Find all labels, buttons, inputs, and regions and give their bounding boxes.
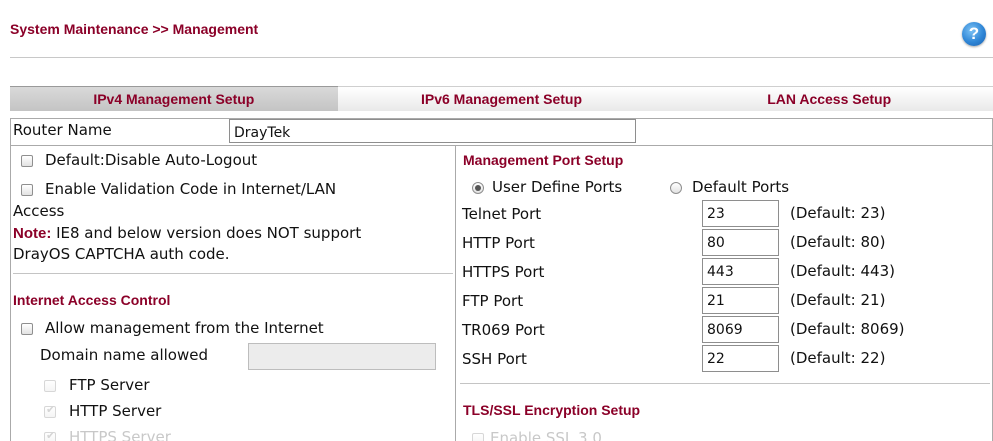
http-server-checkbox[interactable] [44,403,56,418]
http-port-default: (Default: 80) [790,233,886,251]
http-port-label: HTTP Port [462,234,535,252]
ssh-port-default: (Default: 22) [790,349,886,367]
validation-code-label-cont: Access [13,202,65,220]
https-port-default: (Default: 443) [790,262,895,280]
disable-autologout-label: Default:Disable Auto-Logout [45,151,258,169]
default-ports-label: Default Ports [692,178,790,196]
telnet-port-input[interactable]: 23 [702,200,779,227]
note-text: Note: IE8 and below version does NOT sup… [13,224,361,242]
tr069-port-default: (Default: 8069) [790,320,905,338]
tr069-port-label: TR069 Port [462,321,545,339]
internet-access-heading: Internet Access Control [13,292,171,308]
ftp-port-label: FTP Port [462,292,524,310]
tls-heading: TLS/SSL Encryption Setup [463,402,641,418]
user-define-ports-radio[interactable] [472,182,484,194]
ftp-server-label: FTP Server [69,376,150,394]
https-server-label: HTTPS Server [69,428,171,441]
row-divider [10,145,993,146]
title-divider [10,57,993,58]
validation-code-label: Enable Validation Code in Internet/LAN [45,180,337,198]
telnet-port-label: Telnet Port [462,205,542,223]
domain-allowed-input[interactable] [248,343,436,370]
right-section-divider [460,383,990,384]
tab-bar: IPv4 Management Setup IPv6 Management Se… [10,86,993,111]
question-mark-icon[interactable]: ? [962,22,986,46]
https-server-checkbox[interactable] [44,429,56,441]
ftp-port-default: (Default: 21) [790,291,886,309]
tr069-port-input[interactable]: 8069 [702,316,779,343]
allow-internet-label: Allow management from the Internet [45,319,324,337]
validation-code-checkbox[interactable] [21,184,33,196]
http-port-input[interactable]: 80 [702,229,779,256]
ftp-port-input[interactable]: 21 [702,287,779,314]
https-port-input[interactable]: 443 [702,258,779,285]
note-line-2: DrayOS CAPTCHA auth code. [13,245,230,263]
router-name-input[interactable]: DrayTek [229,119,636,143]
ssh-port-input[interactable]: 22 [702,345,779,372]
tab-ipv4-management[interactable]: IPv4 Management Setup [10,86,338,111]
allow-internet-checkbox[interactable] [21,323,33,335]
domain-allowed-label: Domain name allowed [40,346,209,364]
tab-lan-access[interactable]: LAN Access Setup [665,86,993,111]
http-server-label: HTTP Server [69,402,162,420]
ftp-server-checkbox[interactable] [44,380,56,392]
note-line-1: IE8 and below version does NOT support [51,224,362,242]
note-prefix: Note: [13,225,52,242]
management-form: Router Name DrayTek Default:Disable Auto… [10,118,993,441]
page-title: System Maintenance >> Management [10,21,259,37]
ssl3-checkbox[interactable] [472,433,484,441]
router-name-label: Router Name [13,121,112,139]
column-divider [455,145,456,441]
disable-autologout-checkbox[interactable] [21,155,33,167]
https-port-label: HTTPS Port [462,263,545,281]
port-setup-heading: Management Port Setup [463,152,624,168]
left-section-divider [13,273,453,274]
ssl3-label: Enable SSL 3.0 [490,429,602,441]
ssh-port-label: SSH Port [462,350,527,368]
default-ports-radio[interactable] [670,182,682,194]
user-define-ports-label: User Define Ports [492,178,623,196]
tab-ipv6-management[interactable]: IPv6 Management Setup [337,86,666,111]
telnet-port-default: (Default: 23) [790,204,886,222]
